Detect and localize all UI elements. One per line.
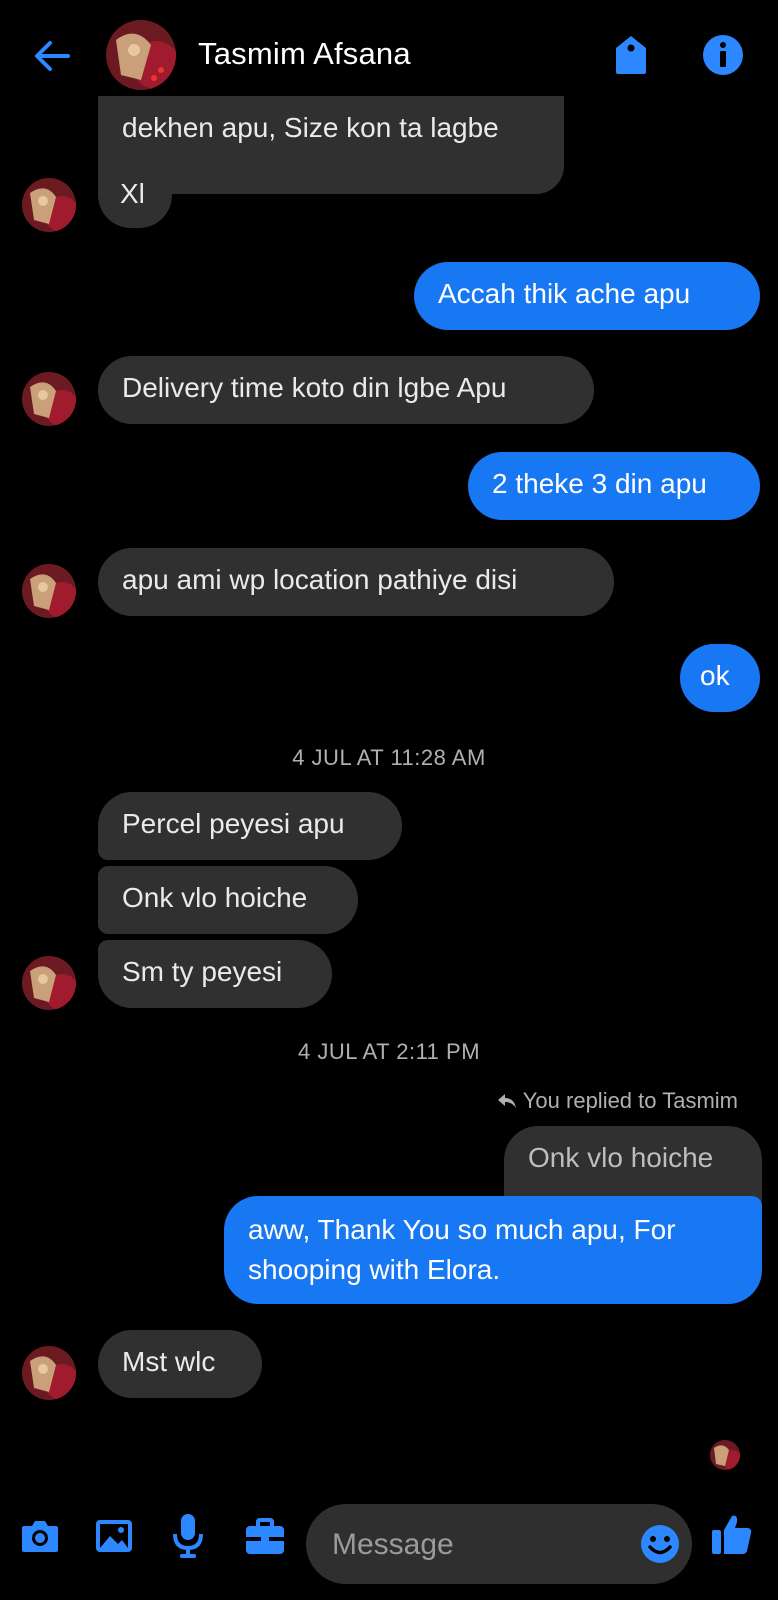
back-arrow-icon[interactable] xyxy=(30,34,74,78)
camera-icon[interactable] xyxy=(20,1518,60,1559)
message-bubble[interactable]: ok xyxy=(680,644,760,712)
message-bubble[interactable]: Sm ty peyesi xyxy=(98,940,332,1008)
timestamp: 4 JUL AT 11:28 AM xyxy=(292,745,486,770)
thumbs-up-icon[interactable] xyxy=(710,1512,754,1561)
message-bubble[interactable]: Xl xyxy=(98,162,172,228)
message-bubble[interactable]: Percel peyesi apu xyxy=(98,792,402,860)
seen-avatar xyxy=(710,1440,740,1470)
contact-avatar-small xyxy=(22,372,76,426)
gallery-icon[interactable] xyxy=(94,1518,134,1559)
reply-note: You replied to Tasmim xyxy=(497,1088,738,1114)
message-bubble[interactable]: 2 theke 3 din apu xyxy=(468,452,760,520)
reply-arrow-icon xyxy=(497,1088,523,1113)
briefcase-icon[interactable] xyxy=(244,1518,286,1561)
contact-avatar-small xyxy=(22,956,76,1010)
tag-icon[interactable] xyxy=(614,34,648,76)
contact-avatar-small xyxy=(22,564,76,618)
message-input[interactable] xyxy=(330,1522,634,1568)
message-bubble[interactable]: Onk vlo hoiche xyxy=(98,866,358,934)
message-bubble[interactable]: Mst wlc xyxy=(98,1330,262,1398)
message-bubble[interactable]: Delivery time koto din lgbe Apu xyxy=(98,356,594,424)
message-composer[interactable] xyxy=(306,1504,692,1584)
info-icon[interactable] xyxy=(702,34,744,76)
message-bubble[interactable]: aww, Thank You so much apu, For shooping… xyxy=(224,1196,762,1304)
conversation-title[interactable]: Tasmim Afsana xyxy=(198,36,411,72)
microphone-icon[interactable] xyxy=(172,1512,204,1565)
message-bubble[interactable]: Accah thik ache apu xyxy=(414,262,760,330)
contact-avatar-small xyxy=(22,178,76,232)
message-bubble[interactable]: apu ami wp location pathiye disi xyxy=(98,548,614,616)
contact-avatar[interactable] xyxy=(106,20,176,90)
contact-avatar-small xyxy=(22,1346,76,1400)
emoji-icon[interactable] xyxy=(640,1524,680,1569)
timestamp: 4 JUL AT 2:11 PM xyxy=(297,1039,481,1064)
